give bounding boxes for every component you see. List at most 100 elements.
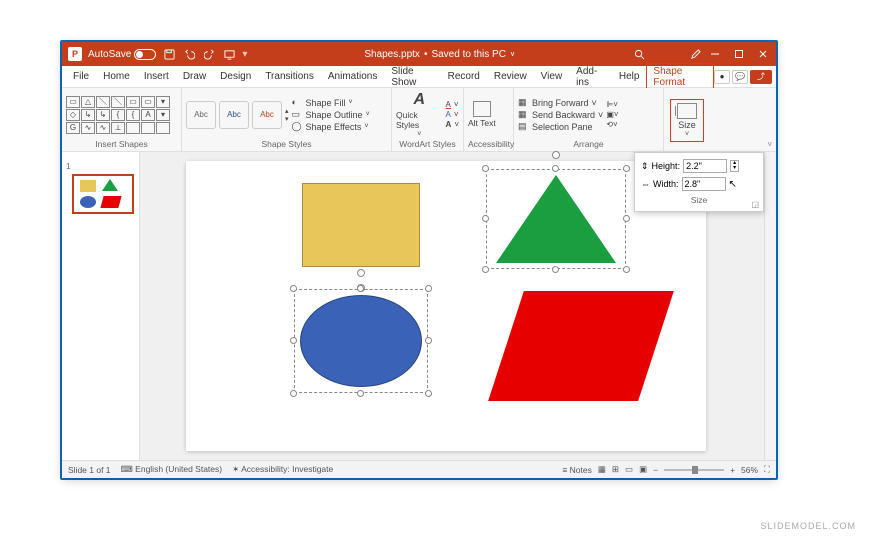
resize-handle[interactable] (623, 266, 630, 273)
group-accessibility: Alt Text Accessibility (464, 88, 514, 151)
selection-pane-button[interactable]: ▤Selection Pane (518, 121, 603, 132)
width-icon: ⇔ (641, 179, 650, 189)
undo-icon[interactable] (182, 47, 196, 61)
group-size: Size ˅ (664, 88, 710, 151)
tab-home[interactable]: Home (96, 68, 137, 85)
resize-handle[interactable] (623, 215, 630, 222)
zoom-out-icon[interactable]: − (653, 465, 658, 475)
group-icon[interactable]: ▣˅ (606, 110, 618, 119)
redo-icon[interactable] (202, 47, 216, 61)
text-effects-icon[interactable]: A˅ (446, 120, 459, 129)
share-button[interactable]: ⤴ (750, 70, 772, 84)
style-preset[interactable]: Abc (186, 101, 216, 129)
shape-ellipse-selected[interactable] (294, 289, 428, 393)
tab-review[interactable]: Review (487, 68, 534, 85)
resize-handle[interactable] (482, 215, 489, 222)
align-icon[interactable]: ⊫˅ (606, 100, 618, 109)
file-name: Shapes.pptx (364, 49, 420, 60)
resize-handle[interactable] (552, 266, 559, 273)
resize-handle[interactable] (290, 390, 297, 397)
effects-icon: ◯ (292, 121, 303, 132)
tab-design[interactable]: Design (213, 68, 258, 85)
shape-outline-button[interactable]: ▭Shape Outline ˅ (292, 109, 370, 120)
autosave-toggle[interactable]: AutoSave (88, 49, 156, 60)
save-icon[interactable] (162, 47, 176, 61)
height-input[interactable] (683, 159, 727, 173)
text-outline-icon[interactable]: A˅ (446, 110, 459, 119)
tab-animations[interactable]: Animations (321, 68, 384, 85)
tab-transitions[interactable]: Transitions (258, 68, 321, 85)
width-input[interactable] (682, 177, 726, 191)
collapse-ribbon-icon[interactable]: ˅ (767, 140, 772, 149)
resize-handle[interactable] (290, 285, 297, 292)
tab-shape-format[interactable]: Shape Format (646, 63, 714, 91)
resize-handle[interactable] (482, 165, 489, 172)
slide-thumbnail[interactable] (72, 174, 134, 214)
pencil-icon[interactable] (688, 47, 702, 61)
minimize-button[interactable] (708, 47, 722, 61)
group-label: WordArt Styles (396, 139, 459, 150)
size-button[interactable]: Size ˅ (670, 99, 704, 142)
tab-insert[interactable]: Insert (137, 68, 176, 85)
view-reading-icon[interactable]: ▭ (625, 464, 633, 475)
resize-handle[interactable] (623, 165, 630, 172)
zoom-in-icon[interactable]: + (730, 465, 735, 475)
notes-button[interactable]: ≡ Notes (562, 465, 592, 475)
close-button[interactable] (756, 47, 770, 61)
slide-thumbnails-pane: 1 (62, 152, 140, 460)
resize-handle[interactable] (552, 165, 559, 172)
rotate-handle[interactable] (552, 151, 560, 159)
shape-rectangle[interactable] (302, 183, 420, 267)
zoom-slider[interactable] (664, 469, 724, 471)
resize-handle[interactable] (357, 285, 364, 292)
zoom-level[interactable]: 56% (741, 465, 758, 475)
style-preset[interactable]: Abc (252, 101, 282, 129)
tab-file[interactable]: File (66, 68, 96, 85)
connector-handle[interactable] (357, 269, 365, 277)
view-slideshow-icon[interactable]: ▣ (639, 464, 647, 475)
shape-triangle-selected[interactable] (486, 169, 626, 269)
fit-to-window-icon[interactable]: ⛶ (764, 464, 770, 475)
send-backward-button[interactable]: ▦Send Backward ˅ (518, 109, 603, 120)
present-icon[interactable] (222, 47, 236, 61)
tab-record[interactable]: Record (441, 68, 487, 85)
quick-styles-button[interactable]: A Quick Styles ˅ (396, 91, 443, 138)
tab-addins[interactable]: Add-ins (569, 63, 612, 91)
resize-handle[interactable] (482, 266, 489, 273)
accessibility-indicator[interactable]: ✶ Accessibility: Investigate (232, 464, 333, 475)
view-normal-icon[interactable]: ▦ (598, 464, 606, 475)
tab-slideshow[interactable]: Slide Show (384, 63, 440, 91)
resize-handle[interactable] (357, 390, 364, 397)
shapes-gallery[interactable]: ▭△＼＼▭▭▾ ◇↳↳{{A▾ G∿∿⟂ (66, 96, 170, 134)
comments-icon[interactable]: 💬 (732, 70, 748, 84)
group-label: Accessibility (468, 139, 509, 150)
autosave-label: AutoSave (88, 49, 131, 60)
bring-forward-button[interactable]: ▦Bring Forward ˅ (518, 97, 603, 108)
vertical-scrollbar[interactable] (764, 152, 776, 460)
dialog-launcher-icon[interactable]: ◲ (751, 200, 759, 209)
tab-view[interactable]: View (534, 68, 570, 85)
shape-parallelogram[interactable] (486, 291, 666, 411)
ribbon-tabs: File Home Insert Draw Design Transitions… (62, 66, 776, 88)
height-stepper[interactable]: ▴▾ (730, 160, 739, 172)
tab-help[interactable]: Help (612, 68, 647, 85)
text-fill-icon[interactable]: A˅ (446, 100, 459, 109)
resize-handle[interactable] (290, 337, 297, 344)
resize-handle[interactable] (425, 337, 432, 344)
resize-handle[interactable] (425, 390, 432, 397)
resize-handle[interactable] (425, 285, 432, 292)
view-sorter-icon[interactable]: ⊞ (612, 464, 619, 475)
slide-canvas[interactable] (186, 161, 706, 451)
shape-effects-button[interactable]: ◯Shape Effects ˅ (292, 121, 370, 132)
search-icon[interactable] (632, 47, 646, 61)
record-button-icon[interactable]: ● (714, 70, 730, 84)
shape-fill-button[interactable]: ◐Shape Fill ˅ (292, 97, 370, 108)
alt-text-button[interactable]: Alt Text (468, 101, 496, 128)
tab-draw[interactable]: Draw (176, 68, 213, 85)
style-preset[interactable]: Abc (219, 101, 249, 129)
language-indicator[interactable]: ⌨ English (United States) (121, 464, 223, 475)
toggle-switch-icon[interactable] (134, 49, 156, 60)
rotate-icon[interactable]: ⟲˅ (606, 120, 618, 129)
size-icon (677, 103, 697, 119)
maximize-button[interactable] (732, 47, 746, 61)
